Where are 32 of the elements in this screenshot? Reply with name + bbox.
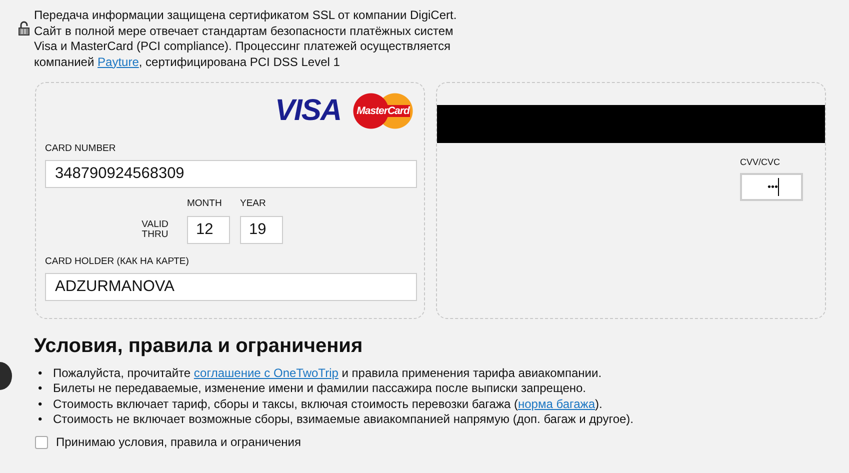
year-label: YEAR bbox=[240, 198, 267, 209]
mastercard-logo: MasterCard bbox=[353, 93, 413, 129]
accept-checkbox[interactable] bbox=[35, 436, 48, 449]
cvv-label: CVV/CVC bbox=[740, 157, 782, 167]
security-notice-line: Visa и MasterCard (PCI compliance). Процессинг платежей осуществляется bbox=[34, 39, 451, 54]
bullet: • bbox=[38, 396, 44, 412]
card-holder-label: CARD HOLDER (КАК НА КАРТЕ) bbox=[45, 256, 190, 267]
bullet: • bbox=[38, 412, 44, 428]
terms-link[interactable]: соглашение с OneTwoTrip bbox=[194, 366, 338, 380]
visa-logo: VISA bbox=[274, 94, 341, 128]
bullet: • bbox=[38, 366, 44, 382]
terms-heading: Условия, правила и ограничения bbox=[34, 335, 364, 358]
month-field[interactable]: 12 bbox=[187, 216, 230, 244]
year-field[interactable]: 19 bbox=[240, 216, 283, 244]
terms-item: Билеты не передаваемые, изменение имени и фамилии пассажира после выписки запрещено. bbox=[53, 381, 586, 397]
card-number-field[interactable]: 348790924568309 bbox=[45, 160, 417, 188]
card-number-label: CARD NUMBER bbox=[45, 143, 117, 154]
security-notice-line: компанией Payture, сертифицирована PCI DSS Level 1 bbox=[34, 54, 340, 70]
card-holder-field[interactable]: ADZURMANOVA bbox=[45, 273, 417, 301]
bullet: • bbox=[38, 381, 44, 397]
terms-item: Стоимость включает тариф, сборы и таксы, включая стоимость перевозки багажа (норма багажа). bbox=[53, 396, 602, 412]
lock-icon bbox=[18, 20, 30, 36]
terms-item: Пожалуйста, прочитайте соглашение с OneTwoTrip и правила применения тарифа авиакомпании. bbox=[53, 366, 602, 382]
security-notice-line: Сайт в полной мере отвечает стандартам безопасности платёжных систем bbox=[34, 24, 454, 39]
terms-link[interactable]: норма багажа bbox=[518, 396, 595, 411]
payture-link[interactable]: Payture bbox=[98, 54, 139, 68]
month-label: MONTH bbox=[187, 198, 223, 209]
cvv-field[interactable]: ••• bbox=[740, 173, 803, 201]
security-notice-line: Передача информации защищена сертификатом SSL от компании DigiCert. bbox=[34, 8, 457, 24]
accept-label: Принимаю условия, правила и ограничения bbox=[56, 435, 301, 450]
terms-item: Стоимость не включает возможные сборы, взимаемые авиакомпанией напрямую (доп. багаж и другое). bbox=[53, 412, 634, 428]
valid-thru-label: VALID THRU bbox=[140, 220, 170, 240]
